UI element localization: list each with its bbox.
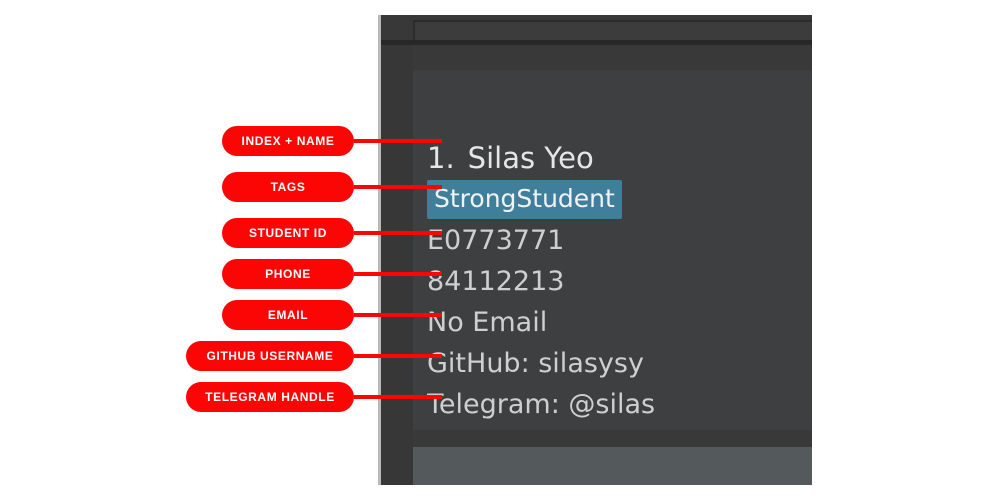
- window-toolbar: [381, 15, 812, 40]
- callout-connector-student-id: [354, 231, 442, 235]
- toolbar-inner-panel: [413, 20, 812, 40]
- callout-label-telegram-handle: TELEGRAM HANDLE: [186, 382, 354, 412]
- student-index: 1.: [427, 141, 455, 175]
- callout-connector-phone: [354, 272, 442, 276]
- callout-connector-tags: [354, 185, 442, 189]
- window-status-bar: [413, 447, 812, 485]
- student-card: 1. Silas Yeo StrongStudent E0773771 84112…: [427, 138, 806, 425]
- application-window: 1. Silas Yeo StrongStudent E0773771 84112…: [378, 15, 812, 485]
- callout-label-index-name: INDEX + NAME: [222, 126, 354, 156]
- student-name: Silas Yeo: [467, 141, 594, 175]
- student-email-value: No Email: [427, 307, 548, 338]
- callout-label-github-username: GITHUB USERNAME: [186, 341, 354, 371]
- callout-connector-email: [354, 313, 442, 317]
- student-tag[interactable]: StrongStudent: [427, 180, 622, 219]
- annotated-screenshot: 1. Silas Yeo StrongStudent E0773771 84112…: [0, 0, 1000, 500]
- callout-label-phone: PHONE: [222, 259, 354, 289]
- callout-label-email: EMAIL: [222, 300, 354, 330]
- student-card-surface: 1. Silas Yeo StrongStudent E0773771 84112…: [413, 70, 812, 430]
- student-index-and-name: 1. Silas Yeo: [427, 138, 806, 179]
- student-id-value: E0773771: [427, 225, 565, 256]
- window-main-region: 1. Silas Yeo StrongStudent E0773771 84112…: [413, 45, 812, 485]
- window-left-rail: [381, 45, 413, 485]
- callout-label-student-id: STUDENT ID: [222, 218, 354, 248]
- callout-label-tags: TAGS: [222, 172, 354, 202]
- student-telegram-value: Telegram: @silas: [427, 389, 656, 420]
- callout-connector-github-username: [354, 354, 442, 358]
- callout-connector-index-name: [354, 139, 442, 143]
- student-github-value: GitHub: silasysy: [427, 348, 644, 379]
- student-phone-value: 84112213: [427, 266, 565, 297]
- student-tags-row: StrongStudent: [427, 179, 806, 220]
- callout-connector-telegram-handle: [354, 395, 442, 399]
